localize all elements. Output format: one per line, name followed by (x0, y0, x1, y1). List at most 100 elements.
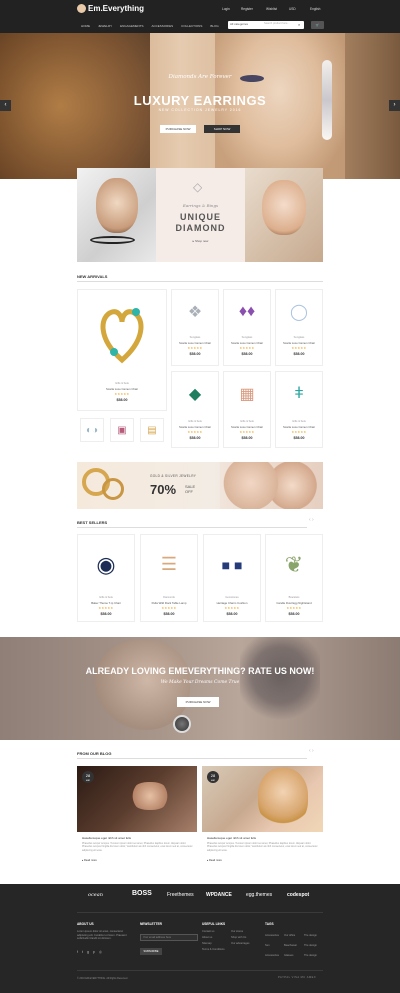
stacked-rings-icon: ☰ (160, 554, 178, 574)
tag-link[interactable]: The design (304, 944, 317, 947)
sapphire-ring-icon: ◉ (96, 551, 116, 577)
footer-link[interactable]: Our advantages (231, 942, 249, 945)
blog-post-title[interactable]: Hasellenuque eget nibh sit amet felis (82, 836, 197, 840)
tag-link[interactable]: The design (304, 954, 317, 957)
featured-product-image[interactable] (80, 292, 164, 374)
product-name[interactable]: Scarla Luxe Camen Chair (171, 425, 219, 429)
read-more-link[interactable]: ▸ Read more (207, 859, 222, 862)
nav-jewelry[interactable]: JEWELRY (94, 23, 116, 29)
nav-engagements[interactable]: ENGAGEMENTS (116, 23, 147, 29)
thumbnail-band[interactable]: ▤ (140, 418, 164, 442)
cart-button[interactable]: 🛒 (311, 21, 324, 29)
banner-sale-text: SALE OFF (185, 484, 195, 494)
product-price: $58.00 (241, 352, 253, 356)
footer-link[interactable]: Terms & Conditions (202, 948, 225, 951)
product-image[interactable]: ◯ (275, 293, 323, 331)
tag-link[interactable]: Glasses (284, 954, 293, 957)
footer-link[interactable]: Shop with Us (231, 936, 246, 939)
product-name[interactable]: Scarla Luxe Camen Chair (275, 341, 323, 345)
brand-logo-freethemes[interactable]: Freethemes (167, 892, 194, 898)
product-category: Gifts & Sets (240, 420, 254, 423)
brand-logo-wpdance[interactable]: WPDANCE (206, 892, 232, 898)
search-input[interactable]: Search product here... (264, 22, 290, 25)
nav-blog[interactable]: BLOG (206, 23, 222, 29)
subscribe-button[interactable]: SUBSCRIBE (140, 948, 162, 955)
product-image[interactable]: ❖ (171, 293, 219, 331)
product-image[interactable]: ▦ (223, 375, 271, 413)
logo[interactable]: Em.Everything (88, 4, 144, 13)
product-name[interactable]: Scarla Luxe Camen Chair (275, 425, 323, 429)
rate-us-purchase-button[interactable]: PURCHASE NOW (177, 697, 219, 707)
product-name[interactable]: Baker Theme T-ip Chair (77, 601, 135, 605)
stud-earrings-icon: ■ ■ (221, 556, 243, 573)
post-date-badge: 28 MAY (82, 771, 94, 783)
blog-model-image (258, 768, 308, 828)
post-day: 28 (85, 773, 91, 778)
product-image[interactable]: ♦♦ (223, 293, 271, 331)
carousel-arrows-icon[interactable]: ‹ › (309, 517, 314, 523)
tags-heading: TAGS (265, 922, 274, 926)
register-link[interactable]: Register (241, 7, 253, 11)
slider-next-arrow-icon[interactable]: › (389, 100, 400, 111)
product-image[interactable]: ǂ (275, 375, 323, 413)
promo-shop-link[interactable]: ▸ Shop now (156, 239, 245, 243)
carousel-arrows-icon[interactable]: ‹ › (309, 748, 314, 754)
product-rating: ★★★★★ (224, 606, 240, 610)
purchase-now-button[interactable]: PURCHASE NOW (160, 125, 196, 133)
thumbnail-ring[interactable]: ▣ (110, 418, 134, 442)
product-image[interactable]: ■ ■ (203, 537, 261, 592)
footer-link[interactable]: Contact us (202, 930, 214, 933)
search-icon[interactable]: ⌕ (298, 22, 300, 27)
read-more-link[interactable]: ▸ Read more (82, 859, 97, 862)
shop-now-button[interactable]: SHOP NOW (204, 125, 240, 133)
product-name[interactable]: Scarla Luxe Camen Chair (223, 341, 271, 345)
brand-logo-codespot[interactable]: codespot (287, 892, 309, 898)
login-link[interactable]: Login (222, 7, 230, 11)
footer-link[interactable]: Sitemap (202, 942, 212, 945)
blog-post-title[interactable]: Hasellenuque eget nibh sit amet felis (207, 836, 322, 840)
product-image[interactable]: ◉ (77, 537, 135, 592)
product-name[interactable]: Scarla Luxe Camen Chair (77, 387, 167, 391)
product-image[interactable]: ☰ (140, 537, 198, 592)
product-name[interactable]: Scarla Luxe Camen Chair (171, 341, 219, 345)
newsletter-email-input[interactable]: Your email address here (140, 934, 198, 941)
tag-link[interactable]: The design (304, 934, 317, 937)
tag-link[interactable]: Accessories (265, 934, 279, 937)
nav-home[interactable]: HOME (77, 23, 94, 29)
product-name[interactable]: Pella Wild Rock Table Lamp (140, 601, 198, 605)
google-plus-icon[interactable]: g (87, 950, 89, 954)
brand-logo-ocean[interactable]: ocean (88, 892, 103, 898)
brand-logo-boss[interactable]: BOSS (132, 890, 152, 897)
product-image[interactable]: ◆ (171, 375, 219, 413)
currency-select[interactable]: USD (289, 7, 296, 11)
facebook-icon[interactable]: f (77, 950, 78, 954)
product-category: Gifts & Sets (292, 420, 306, 423)
tag-link[interactable]: Our office (284, 934, 295, 937)
slider-prev-arrow-icon[interactable]: ‹ (0, 100, 11, 111)
twitter-icon[interactable]: t (82, 950, 83, 954)
thumbnail-earrings[interactable]: ◐◑ (80, 418, 104, 442)
nav-collections[interactable]: COLLECTIONS (177, 23, 206, 29)
nav-accessories[interactable]: ACCESSORIES (147, 23, 177, 29)
product-category: Gifts & Sets (188, 420, 202, 423)
product-category: Bracelets (288, 596, 300, 599)
read-more-label: Read more (209, 859, 222, 862)
logo-icon[interactable] (77, 4, 86, 13)
product-name[interactable]: Candle Dust Egg Nightstand (265, 601, 323, 605)
useful-links-heading: USEFUL LINKS (202, 922, 226, 926)
product-image[interactable]: ❦ (265, 537, 323, 592)
hero-subtitle: NEW COLLECTION JEWELRY 2016 (158, 108, 242, 112)
wishlist-link[interactable]: Wishlist (266, 7, 277, 11)
search-category-select[interactable]: All categories (230, 22, 248, 26)
product-name[interactable]: Heritage Charm Cushion (203, 601, 261, 605)
pinterest-icon[interactable]: p (93, 950, 95, 954)
tag-link[interactable]: Accessories (265, 954, 279, 957)
tag-link[interactable]: Sun (265, 944, 270, 947)
instagram-icon[interactable]: ◎ (99, 950, 102, 954)
language-select[interactable]: English (310, 7, 320, 11)
brand-logo-eggthemes[interactable]: egg.themes (246, 892, 272, 898)
footer-link[interactable]: About us (202, 936, 212, 939)
tag-link[interactable]: Beachwear (284, 944, 297, 947)
footer-link[interactable]: Our stores (231, 930, 243, 933)
product-name[interactable]: Scarla Luxe Camen Chair (223, 425, 271, 429)
